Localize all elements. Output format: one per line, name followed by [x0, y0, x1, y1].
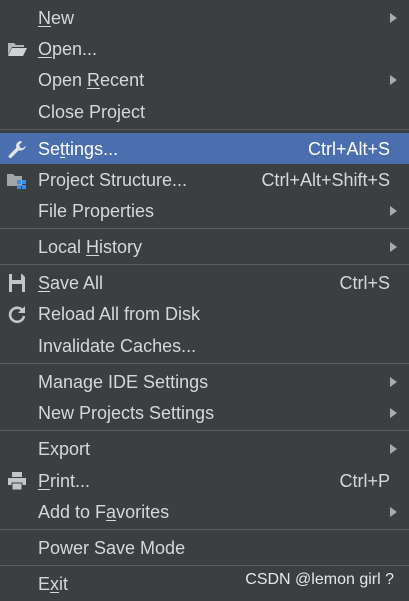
menu-item-label: Power Save Mode — [38, 538, 186, 558]
menu-item-shortcut: Ctrl+S — [339, 273, 390, 293]
menu-item-reload-all[interactable]: Reload All from Disk — [0, 298, 409, 329]
project-structure-icon — [6, 170, 28, 190]
menu-separator — [0, 529, 409, 530]
menu-item-label: New Projects Settings — [38, 403, 215, 423]
menu-item-label: File Properties — [38, 201, 155, 221]
menu-item-label: Open Recent — [38, 70, 145, 90]
menu-item-label: Print... — [38, 471, 91, 491]
submenu-arrow-icon — [390, 13, 397, 23]
menu-item-save-all[interactable]: Save All Ctrl+S — [0, 267, 409, 298]
menu-item-file-properties[interactable]: File Properties — [0, 195, 409, 226]
reload-icon — [6, 304, 28, 324]
menu-item-open[interactable]: Open... — [0, 33, 409, 64]
menu-item-power-save-mode[interactable]: Power Save Mode — [0, 532, 409, 563]
menu-separator — [0, 565, 409, 566]
menu-separator — [0, 264, 409, 265]
submenu-arrow-icon — [390, 377, 397, 387]
submenu-arrow-icon — [390, 206, 397, 216]
floppy-disk-icon — [6, 273, 28, 293]
menu-item-label: Manage IDE Settings — [38, 372, 209, 392]
menu-item-label: Export — [38, 439, 91, 459]
menu-item-label: Local History — [38, 237, 143, 257]
menu-item-label: Invalidate Caches... — [38, 336, 197, 356]
submenu-arrow-icon — [390, 444, 397, 454]
menu-item-label: Save All — [38, 273, 104, 293]
mnemonic-h: H — [86, 237, 100, 257]
mnemonic-x: x — [50, 574, 60, 594]
menu-item-add-to-favorites[interactable]: Add to Favorites — [0, 496, 409, 527]
menu-item-label: Open... — [38, 39, 98, 59]
watermark-text: CSDN @lemon girl ? — [245, 571, 394, 588]
mnemonic-a: a — [106, 502, 117, 522]
menu-item-close-project[interactable]: Close Project — [0, 96, 409, 127]
mnemonic-t: t — [60, 139, 66, 159]
menu-item-label: Close Project — [38, 102, 146, 122]
menu-item-settings[interactable]: Settings... Ctrl+Alt+S — [0, 133, 409, 164]
menu-item-print[interactable]: Print... Ctrl+P — [0, 465, 409, 496]
printer-icon — [6, 471, 28, 491]
submenu-arrow-icon — [390, 75, 397, 85]
mnemonic-o: O — [38, 39, 53, 59]
mnemonic-r: R — [87, 70, 101, 90]
menu-separator — [0, 430, 409, 431]
menu-item-invalidate-caches[interactable]: Invalidate Caches... — [0, 330, 409, 361]
menu-item-manage-ide-settings[interactable]: Manage IDE Settings — [0, 366, 409, 397]
menu-item-project-structure[interactable]: Project Structure... Ctrl+Alt+Shift+S — [0, 164, 409, 195]
mnemonic-n: N — [38, 8, 51, 28]
menu-separator — [0, 363, 409, 364]
menu-item-new-projects-settings[interactable]: New Projects Settings — [0, 397, 409, 428]
submenu-arrow-icon — [390, 408, 397, 418]
menu-item-local-history[interactable]: Local History — [0, 231, 409, 262]
menu-item-shortcut: Ctrl+Alt+S — [307, 139, 390, 159]
file-menu: New Open... Open Recent Close Project Se… — [0, 0, 409, 601]
submenu-arrow-icon — [390, 242, 397, 252]
mnemonic-p: P — [38, 471, 51, 491]
menu-item-new[interactable]: New — [0, 2, 409, 33]
menu-item-label: New — [38, 8, 75, 28]
folder-open-icon — [6, 39, 28, 59]
menu-item-label: Exit — [38, 574, 69, 594]
menu-item-shortcut: Ctrl+Alt+Shift+S — [261, 170, 390, 190]
submenu-arrow-icon — [390, 507, 397, 517]
menu-item-label: Reload All from Disk — [38, 304, 201, 324]
menu-item-label: Add to Favorites — [38, 502, 170, 522]
menu-separator — [0, 228, 409, 229]
menu-item-open-recent[interactable]: Open Recent — [0, 64, 409, 95]
menu-item-shortcut: Ctrl+P — [339, 471, 390, 491]
menu-item-label: Project Structure... — [38, 170, 188, 190]
menu-separator — [0, 129, 409, 130]
menu-item-export[interactable]: Export — [0, 433, 409, 464]
wrench-icon — [6, 139, 28, 159]
mnemonic-s: S — [38, 273, 51, 293]
menu-item-label: Settings... — [38, 139, 119, 159]
